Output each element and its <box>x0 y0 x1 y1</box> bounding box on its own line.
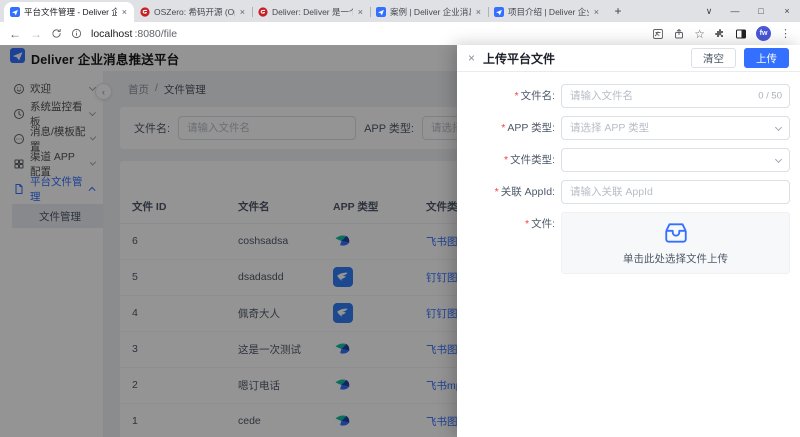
window-maximize-button[interactable]: □ <box>748 6 774 16</box>
tab-close-icon[interactable]: × <box>121 7 128 17</box>
bookmark-star-icon[interactable]: ☆ <box>694 28 705 40</box>
form-row: * 文件: 单击此处选择文件上传 <box>467 212 790 274</box>
tab-strip: 平台文件管理 - Deliver 企业消×OSZero: 希码开源 (Open … <box>0 0 800 22</box>
browser-tab[interactable]: Deliver: Deliver 是一个面向企 × <box>252 2 370 22</box>
tab-search-icon[interactable]: ∨ <box>696 6 722 17</box>
chevron-down-icon <box>774 155 783 163</box>
upload-hint-text: 单击此处选择文件上传 <box>623 253 728 265</box>
required-asterisk: * <box>501 122 506 134</box>
extensions-icon[interactable] <box>714 28 726 40</box>
deliver-favicon-icon <box>376 7 386 17</box>
upload-button[interactable]: 上传 <box>744 48 789 68</box>
form-row: *文件名: 0 / 50 <box>467 84 790 108</box>
tab-title: 项目介绍 | Deliver 企业消息推 <box>508 7 589 17</box>
form-row: * APP 类型: <box>467 116 790 140</box>
tab-title: OSZero: 希码开源 (Open Sour <box>154 7 235 17</box>
close-icon[interactable]: × <box>468 52 475 64</box>
browser-menu-icon[interactable]: ⋮ <box>780 27 791 40</box>
form-control <box>561 180 790 204</box>
tab-close-icon[interactable]: × <box>475 7 482 17</box>
form-label: * 文件名: <box>514 90 555 102</box>
browser-tab[interactable]: 平台文件管理 - Deliver 企业消 × <box>4 2 134 22</box>
clear-button[interactable]: 清空 <box>691 48 736 68</box>
new-tab-button[interactable]: + <box>610 3 626 19</box>
refresh-icon[interactable] <box>51 28 62 39</box>
deliver-favicon-icon <box>494 7 504 17</box>
drawer-header: × 上传平台文件 清空 上传 <box>457 45 800 72</box>
form-select[interactable] <box>561 148 790 172</box>
form-control <box>561 116 790 140</box>
window-controls: ∨ — □ × <box>696 0 800 22</box>
form-input[interactable] <box>561 180 790 204</box>
form-row: * 关联 AppId: <box>467 180 790 204</box>
tab-close-icon[interactable]: × <box>357 7 364 17</box>
upload-inbox-icon <box>663 220 689 246</box>
gitee-favicon-icon <box>140 7 150 17</box>
form-label: * 文件: <box>524 218 555 230</box>
profile-avatar[interactable]: fw <box>756 26 771 41</box>
required-asterisk: * <box>514 90 519 102</box>
forward-icon[interactable]: → <box>30 28 42 40</box>
share-icon[interactable] <box>673 28 685 40</box>
browser-tab[interactable]: OSZero: 希码开源 (Open Sour × <box>134 2 252 22</box>
drawer-title: 上传平台文件 <box>483 51 556 66</box>
url-text[interactable]: localhost:8080/file <box>91 28 177 40</box>
side-panel-icon[interactable] <box>735 28 747 40</box>
form-select[interactable] <box>561 116 790 140</box>
browser-tab[interactable]: 案例 | Deliver 企业消息推送平 × <box>370 2 488 22</box>
address-bar: ← → localhost:8080/file ☆ fw ⋮ <box>0 22 800 45</box>
required-asterisk: * <box>524 218 530 230</box>
form-label: * APP 类型: <box>501 122 555 134</box>
browser-tab[interactable]: 项目介绍 | Deliver 企业消息推 × <box>488 2 606 22</box>
form-control <box>561 148 790 172</box>
form-label: * 文件类型: <box>503 154 555 166</box>
translate-icon[interactable] <box>652 28 664 40</box>
form-control: 单击此处选择文件上传 <box>561 212 790 274</box>
file-upload-dropzone[interactable]: 单击此处选择文件上传 <box>561 212 790 274</box>
deliver-favicon-icon <box>10 7 20 17</box>
chevron-down-icon <box>774 123 783 131</box>
tab-title: 平台文件管理 - Deliver 企业消 <box>24 7 117 17</box>
back-icon[interactable]: ← <box>9 28 21 40</box>
url-host: localhost <box>91 27 133 40</box>
browser-window: 平台文件管理 - Deliver 企业消×OSZero: 希码开源 (Open … <box>0 0 800 437</box>
form-input[interactable]: 0 / 50 <box>561 84 790 108</box>
window-minimize-button[interactable]: — <box>722 6 748 16</box>
form-row: * 文件类型: <box>467 148 790 172</box>
char-counter: 0 / 50 <box>758 90 782 102</box>
url-path: :8080/file <box>134 27 178 40</box>
tab-close-icon[interactable]: × <box>593 7 600 17</box>
tab-title: 案例 | Deliver 企业消息推送平 <box>390 7 471 17</box>
required-asterisk: * <box>503 154 509 166</box>
form-control: 0 / 50 <box>561 84 790 108</box>
form-label: * 关联 AppId: <box>494 186 555 198</box>
tab-title: Deliver: Deliver 是一个面向企 <box>272 7 353 17</box>
gitee-favicon-icon <box>258 7 268 17</box>
tab-close-icon[interactable]: × <box>239 7 246 17</box>
required-asterisk: * <box>494 186 499 198</box>
upload-drawer: × 上传平台文件 清空 上传 *文件名: 0 / 50 *APP 类型: *文件类型:… <box>457 45 800 437</box>
window-close-button[interactable]: × <box>774 6 800 16</box>
site-info-icon[interactable] <box>71 28 82 39</box>
